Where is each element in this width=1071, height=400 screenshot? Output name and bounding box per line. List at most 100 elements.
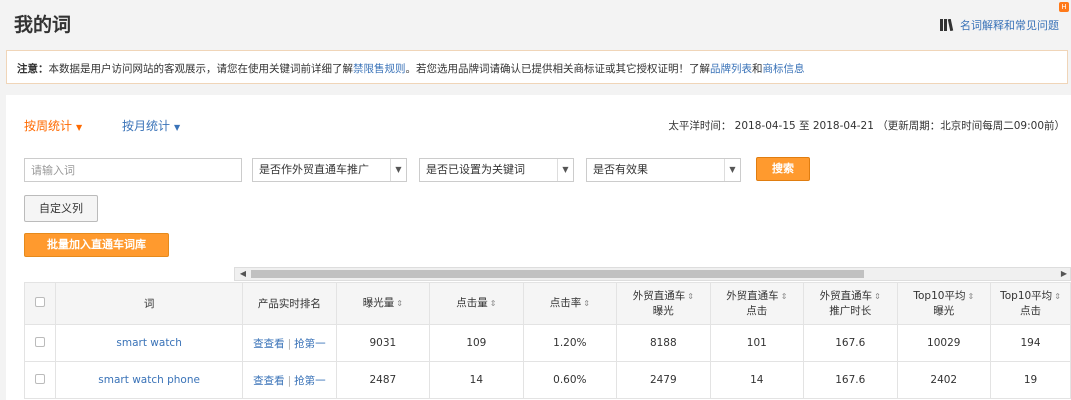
notice-text-1: 本数据是用户访问网站的客观展示，请您在使用关键词前详细了解: [48, 63, 354, 75]
col-label-line1: Top10平均: [1000, 290, 1053, 302]
col-label: 点击率: [549, 297, 582, 309]
sort-icon[interactable]: ⇕: [396, 299, 403, 308]
keyword-link[interactable]: smart watch phone: [98, 374, 200, 386]
caret-down-icon: ▼: [76, 123, 83, 132]
chevron-down-icon[interactable]: ▼: [390, 159, 406, 181]
p4p-clicks-cell: 14: [709, 361, 805, 399]
sort-icon[interactable]: ⇕: [1054, 292, 1061, 301]
col-p4p-impressions[interactable]: 外贸直通车 ⇕ 曝光: [616, 282, 711, 325]
p4p-duration-cell: 167.6: [803, 361, 898, 399]
notice-bar: 注意：本数据是用户访问网站的客观展示，请您在使用关键词前详细了解禁限售规则。若您…: [6, 50, 1068, 84]
col-top10-clicks[interactable]: Top10平均 ⇕ 点击: [990, 282, 1071, 325]
col-ctr[interactable]: 点击率 ⇕: [522, 282, 618, 325]
check-rank-link[interactable]: 查查看: [253, 375, 285, 387]
time-range-info: 太平洋时间： 2018-04-15 至 2018-04-21 （更新周期：北京时…: [668, 120, 1065, 132]
row-checkbox-cell: [23, 324, 57, 362]
sort-icon[interactable]: ⇕: [874, 292, 881, 301]
impressions-cell: 9031: [335, 324, 431, 362]
divider: |: [287, 337, 292, 350]
table-header-row: 词 产品实时排名 曝光量 ⇕ 点击量 ⇕ 点击率 ⇕ 外贸直通车 ⇕ 曝光 外贸直通车 ⇕ 点…: [23, 282, 1071, 325]
ctr-cell: 0.60%: [522, 361, 618, 399]
col-word: 词: [55, 282, 244, 325]
col-p4p-duration[interactable]: 外贸直通车 ⇕ 推广时长: [803, 282, 898, 325]
notice-label: 注意：: [17, 63, 49, 75]
check-rank-link[interactable]: 查查看: [253, 338, 285, 350]
tab-weekly-label[interactable]: 按周统计: [24, 119, 72, 133]
select-value: 是否已设置为关键词: [426, 163, 525, 176]
select-value: 是否有效果: [593, 163, 648, 176]
col-label-line2: 曝光: [933, 305, 955, 317]
top10-impressions-cell: 10029: [896, 324, 992, 362]
ctr-cell: 1.20%: [522, 324, 618, 362]
col-label-line2: 推广时长: [829, 305, 872, 317]
sort-icon[interactable]: ⇕: [687, 292, 694, 301]
p4p-promotion-select[interactable]: 是否作外贸直通车推广 ▼: [252, 158, 407, 182]
clicks-cell: 14: [429, 361, 524, 399]
grab-first-link[interactable]: 抢第一: [294, 338, 326, 350]
search-button[interactable]: 搜索: [756, 157, 810, 181]
col-rank: 产品实时排名: [242, 282, 337, 325]
batch-add-button[interactable]: 批量加入直通车词库: [24, 233, 169, 257]
page-header: 我的词 名词解释和常见问题 H: [0, 0, 1071, 46]
keyword-table: 词 产品实时排名 曝光量 ⇕ 点击量 ⇕ 点击率 ⇕ 外贸直通车 ⇕ 曝光 外贸直通车 ⇕ 点…: [23, 282, 1071, 399]
select-all-checkbox[interactable]: [35, 296, 46, 307]
col-label: 曝光量: [362, 297, 395, 309]
row-checkbox-cell: [23, 361, 57, 399]
scroll-right-icon[interactable]: ▶: [1058, 268, 1070, 280]
scroll-left-icon[interactable]: ◀: [237, 268, 249, 280]
grab-first-link[interactable]: 抢第一: [294, 375, 326, 387]
col-impressions[interactable]: 曝光量 ⇕: [335, 282, 431, 325]
col-p4p-clicks[interactable]: 外贸直通车 ⇕ 点击: [709, 282, 805, 325]
top10-impressions-cell: 2402: [896, 361, 992, 399]
trademark-info-link[interactable]: 商标信息: [763, 63, 805, 75]
col-label-line1: 外贸直通车: [726, 290, 779, 302]
keyword-cell: smart watch phone: [55, 361, 244, 399]
sort-icon[interactable]: ⇕: [967, 292, 974, 301]
keyword-link[interactable]: smart watch: [116, 337, 181, 349]
top10-clicks-cell: 19: [990, 361, 1071, 399]
notice-text-2: 。若您选用品牌词请确认已提供相关商标证或其它授权证明！了解: [405, 63, 711, 75]
tab-monthly[interactable]: 按月统计 ▼: [122, 117, 180, 134]
col-label-line1: Top10平均: [913, 290, 966, 302]
keyword-cell: smart watch: [55, 324, 244, 362]
help-link[interactable]: 名词解释和常见问题: [940, 17, 1059, 33]
rank-cell: 查查看 | 抢第一: [242, 361, 337, 399]
caret-down-icon: ▼: [174, 123, 181, 132]
chevron-down-icon[interactable]: ▼: [724, 159, 740, 181]
table-row: smart watch 查查看 | 抢第一 9031 109 1.20% 8188 …: [23, 324, 1071, 362]
book-icon: [940, 19, 954, 31]
p4p-impressions-cell: 2479: [616, 361, 711, 399]
tab-weekly[interactable]: 按周统计 ▼: [24, 117, 82, 134]
sort-icon[interactable]: ⇕: [490, 299, 497, 308]
brand-list-link[interactable]: 品牌列表: [710, 63, 752, 75]
row-checkbox[interactable]: [35, 373, 46, 384]
top10-clicks-cell: 194: [990, 324, 1071, 362]
table-row: smart watch phone 查查看 | 抢第一 2487 14 0.60% …: [23, 361, 1071, 399]
custom-columns-button[interactable]: 自定义列: [24, 195, 98, 222]
sort-icon[interactable]: ⇕: [583, 299, 590, 308]
impressions-cell: 2487: [335, 361, 431, 399]
horizontal-scrollbar[interactable]: ◀ ▶: [234, 267, 1071, 281]
p4p-clicks-cell: 101: [709, 324, 805, 362]
col-clicks[interactable]: 点击量 ⇕: [429, 282, 524, 325]
sort-icon[interactable]: ⇕: [781, 292, 788, 301]
help-link-label[interactable]: 名词解释和常见问题: [960, 17, 1059, 33]
tab-monthly-label[interactable]: 按月统计: [122, 119, 170, 133]
prohibited-rules-link[interactable]: 禁限售规则: [353, 63, 406, 75]
clicks-cell: 109: [429, 324, 524, 362]
row-checkbox[interactable]: [35, 336, 46, 347]
is-keyword-select[interactable]: 是否已设置为关键词 ▼: [419, 158, 574, 182]
chevron-down-icon[interactable]: ▼: [557, 159, 573, 181]
p4p-duration-cell: 167.6: [803, 324, 898, 362]
divider: |: [287, 374, 292, 387]
has-effect-select[interactable]: 是否有效果 ▼: [586, 158, 741, 182]
col-label-line1: 外贸直通车: [632, 290, 686, 302]
p4p-impressions-cell: 8188: [616, 324, 711, 362]
col-label-line2: 点击: [746, 305, 768, 317]
rank-cell: 查查看 | 抢第一: [242, 324, 337, 362]
page-title: 我的词: [14, 14, 72, 36]
keyword-search-input[interactable]: [24, 158, 242, 182]
col-top10-impressions[interactable]: Top10平均 ⇕ 曝光: [896, 282, 992, 325]
scrollbar-thumb[interactable]: [251, 270, 864, 278]
col-label-line2: 曝光: [652, 305, 674, 317]
